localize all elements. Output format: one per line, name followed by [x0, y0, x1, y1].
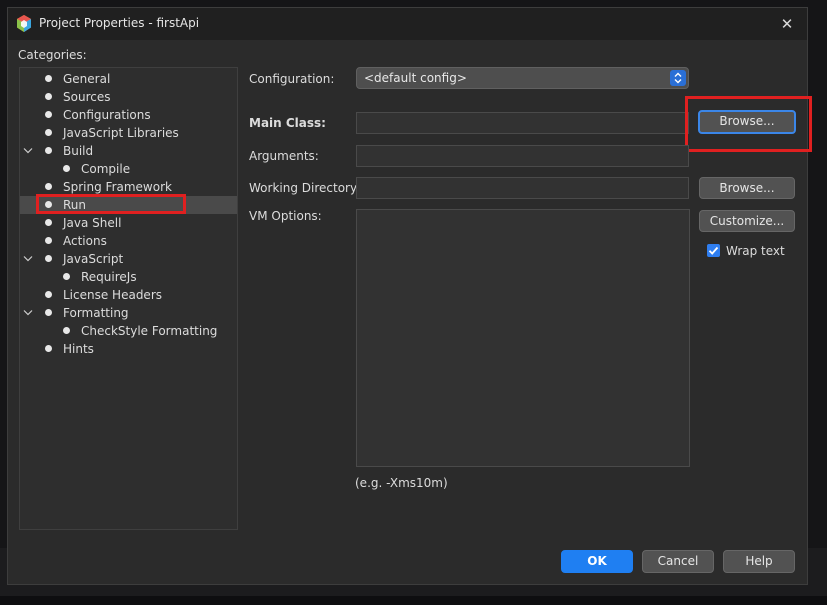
bullet-icon: [63, 165, 70, 172]
tree-item-label: RequireJs: [81, 270, 137, 284]
taskbar-strip: [0, 596, 827, 605]
tree-item-label: Formatting: [63, 306, 129, 320]
tree-item-label: JavaScript Libraries: [63, 126, 179, 140]
wrap-text-checkbox[interactable]: [707, 244, 720, 257]
tree-item[interactable]: RequireJs: [20, 268, 237, 286]
categories-label: Categories:: [18, 48, 87, 62]
categories-tree[interactable]: General Sources Configurations JavaScript L…: [19, 67, 238, 530]
netbeans-logo-icon: [17, 15, 31, 32]
tree-item[interactable]: Compile: [20, 160, 237, 178]
configuration-label: Configuration:: [249, 72, 335, 86]
tree-item[interactable]: Hints: [20, 340, 237, 358]
bullet-icon: [45, 345, 52, 352]
updown-chevron-icon: [670, 70, 686, 86]
tree-item-label: CheckStyle Formatting: [81, 324, 218, 338]
help-button[interactable]: Help: [723, 550, 795, 573]
vm-options-hint: (e.g. -Xms10m): [355, 476, 448, 490]
tree-item[interactable]: Formatting: [20, 304, 237, 322]
bullet-icon: [45, 129, 52, 136]
bullet-icon: [45, 237, 52, 244]
vm-options-label: VM Options:: [249, 209, 322, 223]
tree-item[interactable]: Actions: [20, 232, 237, 250]
working-directory-field[interactable]: [356, 177, 689, 199]
working-directory-label: Working Directory:: [249, 181, 361, 195]
bullet-icon: [45, 75, 52, 82]
tree-item-label: Actions: [63, 234, 107, 248]
bullet-icon: [45, 93, 52, 100]
tree-item[interactable]: License Headers: [20, 286, 237, 304]
tree-item[interactable]: Java Shell: [20, 214, 237, 232]
tree-item-label: Configurations: [63, 108, 151, 122]
configuration-select[interactable]: <default config>: [356, 67, 689, 89]
bullet-icon: [45, 183, 52, 190]
arguments-field[interactable]: [356, 145, 689, 167]
tree-item[interactable]: Sources: [20, 88, 237, 106]
main-class-label: Main Class:: [249, 116, 326, 130]
bullet-icon: [45, 111, 52, 118]
main-class-field[interactable]: [356, 112, 689, 134]
bullet-icon: [45, 309, 52, 316]
tree-item[interactable]: CheckStyle Formatting: [20, 322, 237, 340]
tree-item-label: JavaScript: [63, 252, 124, 266]
tree-item[interactable]: General: [20, 70, 237, 88]
vm-options-textarea[interactable]: [356, 209, 690, 467]
tree-item-label: Build: [63, 144, 94, 158]
bullet-icon: [63, 327, 70, 334]
browse-button-highlight: [685, 96, 812, 152]
tree-item-label: General: [63, 72, 111, 86]
wrap-text-label: Wrap text: [726, 244, 785, 258]
tree-item[interactable]: Configurations: [20, 106, 237, 124]
tree-item-label: Sources: [63, 90, 111, 104]
project-properties-dialog: Project Properties - firstApi ✕ Categori…: [7, 7, 812, 585]
cancel-button[interactable]: Cancel: [642, 550, 714, 573]
bullet-icon: [45, 291, 52, 298]
tree-item-label: License Headers: [63, 288, 162, 302]
tree-item-label: Java Shell: [63, 216, 122, 230]
browse-working-directory-button[interactable]: Browse...: [699, 177, 795, 199]
run-item-highlight: [36, 194, 186, 214]
customize-button[interactable]: Customize...: [699, 210, 795, 232]
tree-item-label: Hints: [63, 342, 94, 356]
tree-item[interactable]: JavaScript Libraries: [20, 124, 237, 142]
bullet-icon: [45, 147, 52, 154]
tree-item-label: Compile: [81, 162, 131, 176]
bullet-icon: [45, 255, 52, 262]
title-bar: Project Properties - firstApi ✕: [8, 8, 807, 40]
bullet-icon: [63, 273, 70, 280]
ok-button[interactable]: OK: [561, 550, 633, 573]
bullet-icon: [45, 219, 52, 226]
tree-item[interactable]: Build: [20, 142, 237, 160]
tree-item[interactable]: JavaScript: [20, 250, 237, 268]
arguments-label: Arguments:: [249, 149, 319, 163]
checkmark-icon: [708, 246, 719, 255]
window-title: Project Properties - firstApi: [39, 16, 200, 30]
configuration-value: <default config>: [364, 71, 467, 85]
close-icon[interactable]: ✕: [777, 14, 797, 34]
